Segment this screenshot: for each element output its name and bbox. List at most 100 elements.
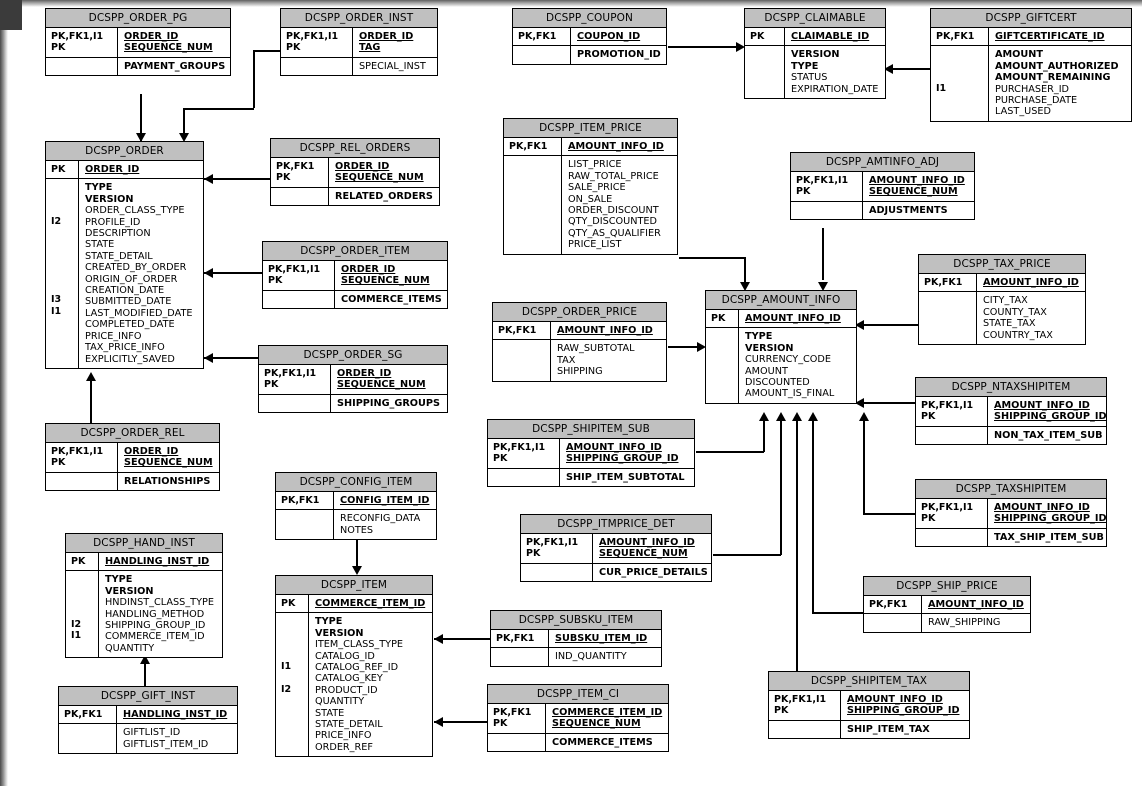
entity-key-section: PK,FK1 AMOUNT_INFO_ID	[919, 274, 1085, 293]
relationship-arrow-up	[86, 372, 96, 381]
key-constraint-label: PK,FK1	[504, 138, 562, 156]
entity-attribute-section: I2 I3 I1 TYPE VERSION ORDER_CLASS_TYPE PROFI…	[46, 179, 203, 368]
attribute-row: ADJUSTMENTS	[869, 204, 948, 216]
attribute-row: SHIPPING	[557, 366, 603, 378]
entity-key-section: PK,FK1,I1 PK ORDER_ID SEQUENCE_NUM	[46, 28, 230, 58]
entity-key-section: PK,FK1 AMOUNT_INFO_ID	[493, 322, 666, 341]
entity-shipitem_sub[interactable]: DCSPP_SHIPITEM_SUB PK,FK1,I1 PK AMOUNT_INF…	[487, 419, 695, 488]
entity-order[interactable]: DCSPP_ORDER PK ORDER_ID I2 I3 I1 TYPE VERSIO…	[45, 141, 204, 369]
non-key-attributes: SPECIAL_INST	[353, 58, 437, 75]
entity-order_item[interactable]: DCSPP_ORDER_ITEM PK,FK1,I1 PK ORDER_ID SEQU…	[262, 241, 448, 310]
attribute-row: AMOUNT_AUTHORIZED	[995, 60, 1119, 72]
attribute-row: COMMERCE_ITEMS	[341, 293, 442, 305]
non-key-attributes: TYPE VERSION ORDER_CLASS_TYPE PROFILE_ID DES…	[79, 179, 203, 368]
entity-claimable[interactable]: DCSPP_CLAIMABLE PK CLAIMABLE_ID VERSION TYP…	[744, 8, 886, 100]
primary-key-attributes: ORDER_ID TAG	[353, 28, 437, 57]
primary-key-attributes: SUBSKU_ITEM_ID	[549, 630, 661, 647]
primary-key-attributes: ORDER_ID SEQUENCE_NUM	[329, 158, 439, 187]
attribute-row: COUNTRY_TAX	[983, 329, 1053, 341]
attribute-row: PROMOTION_ID	[577, 49, 661, 61]
entity-amount_info[interactable]: DCSPP_AMOUNT_INFO PK AMOUNT_INFO_ID TYPE VE…	[705, 290, 857, 404]
key-constraint-label: PK,FK1,I1 PK	[521, 534, 593, 563]
entity-key-section: PK,FK1,I1 PK AMOUNT_INFO_ID SHIPPING_GROUP…	[916, 397, 1107, 427]
entity-title: DCSPP_SHIP_PRICE	[864, 577, 1030, 596]
attribute-row: EXPIRATION_DATE	[791, 83, 879, 95]
entity-order_pg[interactable]: DCSPP_ORDER_PG PK,FK1,I1 PK ORDER_ID SEQUEN…	[45, 8, 231, 77]
entity-item_price[interactable]: DCSPP_ITEM_PRICE PK,FK1 AMOUNT_INFO_ID LIS…	[503, 118, 678, 255]
attribute-row: STATE	[85, 239, 115, 251]
attribute-row: COUPON_ID	[577, 31, 641, 42]
entity-key-section: PK,FK1 COUPON_ID	[513, 28, 666, 47]
attribute-row: TYPE	[85, 182, 113, 194]
attribute-row: TAG	[359, 42, 381, 54]
entity-item[interactable]: DCSPP_ITEM PK COMMERCE_ITEM_ID I1 I2 TYPE VE…	[275, 575, 433, 758]
entity-order_price[interactable]: DCSPP_ORDER_PRICE PK,FK1 AMOUNT_INFO_ID RA…	[492, 302, 667, 382]
primary-key-attributes: CLAIMABLE_ID	[785, 28, 885, 45]
entity-key-section: PK CLAIMABLE_ID	[745, 28, 885, 47]
entity-coupon[interactable]: DCSPP_COUPON PK,FK1 COUPON_ID PROMOTION_ID	[512, 8, 667, 65]
attribute-row: QTY_DISCOUNTED	[568, 216, 657, 228]
index-marker-label	[46, 57, 118, 76]
index-marker-label	[493, 340, 551, 381]
attribute-row: SUBMITTED_DATE	[85, 296, 172, 308]
primary-key-attributes: COUPON_ID	[571, 28, 666, 45]
entity-itmprice_det[interactable]: DCSPP_ITMPRICE_DET PK,FK1,I1 PK AMOUNT_INF…	[520, 514, 712, 583]
attribute-row: ORDER_ID	[124, 31, 179, 42]
primary-key-attributes: AMOUNT_INFO_ID SHIPPING_GROUP_ID	[841, 691, 969, 720]
non-key-attributes: SHIP_ITEM_SUBTOTAL	[560, 469, 694, 486]
key-constraint-label: PK,FK1	[493, 322, 551, 340]
entity-title: DCSPP_GIFTCERT	[931, 9, 1131, 28]
entity-item_ci[interactable]: DCSPP_ITEM_CI PK,FK1 PK COMMERCE_ITEM_ID SE…	[487, 684, 669, 753]
entity-hand_inst[interactable]: DCSPP_HAND_INST PK HANDLING_INST_ID I2 I1 T…	[65, 533, 223, 659]
entity-order_inst[interactable]: DCSPP_ORDER_INST PK,FK1,I1 PK ORDER_ID TAG …	[280, 8, 438, 77]
entity-gift_inst[interactable]: DCSPP_GIFT_INST PK,FK1 HANDLING_INST_ID GI…	[58, 686, 238, 755]
attribute-row: SHIP_ITEM_SUBTOTAL	[566, 471, 685, 483]
attribute-row: RELATED_ORDERS	[335, 190, 433, 202]
connector-line-vertical	[744, 257, 746, 283]
relationship-arrow-down	[352, 566, 362, 575]
index-marker-label: I2 I1	[66, 571, 99, 658]
attribute-row: SEQUENCE_NUM	[124, 42, 213, 54]
entity-shipitem_tax[interactable]: DCSPP_SHIPITEM_TAX PK,FK1,I1 PK AMOUNT_INF…	[768, 671, 970, 740]
entity-subsku_item[interactable]: DCSPP_SUBSKU_ITEM PK,FK1 SUBSKU_ITEM_ID IN…	[490, 610, 662, 667]
entity-amtinfo_adj[interactable]: DCSPP_AMTINFO_ADJ PK,FK1,I1 PK AMOUNT_INFO…	[790, 152, 975, 221]
entity-attribute-section: LIST_PRICE RAW_TOTAL_PRICE SALE_PRICE ON_SA…	[504, 156, 677, 254]
connector-line-vertical	[90, 376, 92, 424]
connector-line-vertical	[796, 420, 798, 672]
entity-ship_price[interactable]: DCSPP_SHIP_PRICE PK,FK1 AMOUNT_INFO_ID RAW…	[863, 576, 1031, 633]
attribute-row: CUR_PRICE_DETAILS	[599, 566, 708, 578]
attribute-row: VERSION	[105, 585, 154, 597]
attribute-row: STATE	[315, 707, 345, 719]
connector-line-vertical	[144, 660, 146, 688]
attribute-row: ORDER_CLASS_TYPE	[85, 205, 185, 217]
entity-giftcert[interactable]: DCSPP_GIFTCERT PK,FK1 GIFTCERTIFICATE_ID I…	[930, 8, 1132, 122]
entity-attribute-section: TYPE VERSION CURRENCY_CODE AMOUNT DISCOUNTED…	[706, 328, 856, 403]
entity-config_item[interactable]: DCSPP_CONFIG_ITEM PK,FK1 CONFIG_ITEM_ID RE…	[275, 472, 437, 541]
attribute-row: RAW_SHIPPING	[928, 617, 1001, 629]
attribute-row: CATALOG_REF_ID	[315, 662, 399, 674]
attribute-row: RAW_SUBTOTAL	[557, 343, 635, 355]
primary-key-attributes: ORDER_ID SEQUENCE_NUM	[331, 365, 447, 394]
entity-ntaxshipitem[interactable]: DCSPP_NTAXSHIPITEM PK,FK1,I1 PK AMOUNT_INF…	[915, 377, 1107, 446]
non-key-attributes: PROMOTION_ID	[571, 46, 666, 63]
non-key-attributes: TYPE VERSION HNDINST_CLASS_TYPE HANDLING_ME…	[99, 571, 222, 657]
entity-key-section: PK,FK1 HANDLING_INST_ID	[59, 706, 237, 725]
attribute-row: AMOUNT	[745, 365, 788, 377]
entity-title: DCSPP_ORDER_PG	[46, 9, 230, 28]
entity-key-section: PK,FK1,I1 PK AMOUNT_INFO_ID SHIPPING_GROUP…	[916, 499, 1107, 529]
attribute-row: QUANTITY	[315, 696, 365, 708]
entity-order_sg[interactable]: DCSPP_ORDER_SG PK,FK1,I1 PK ORDER_ID SEQUEN…	[258, 345, 448, 414]
entity-rel_orders[interactable]: DCSPP_REL_ORDERS PK,FK1 PK ORDER_ID SEQUENC…	[270, 138, 440, 207]
entity-taxshipitem[interactable]: DCSPP_TAXSHIPITEM PK,FK1,I1 PK AMOUNT_INFO…	[915, 479, 1107, 548]
entity-key-section: PK,FK1 CONFIG_ITEM_ID	[276, 492, 436, 511]
non-key-attributes: ADJUSTMENTS	[863, 202, 974, 219]
entity-attribute-section: I1 I2 TYPE VERSION ITEM_CLASS_TYPE CATALOG_I…	[276, 613, 432, 757]
entity-tax_price[interactable]: DCSPP_TAX_PRICE PK,FK1 AMOUNT_INFO_ID CITY…	[918, 254, 1086, 346]
entity-key-section: PK,FK1 AMOUNT_INFO_ID	[504, 138, 677, 157]
attribute-row: AMOUNT_INFO_ID	[994, 502, 1090, 513]
entity-key-section: PK,FK1 SUBSKU_ITEM_ID	[491, 630, 661, 649]
key-constraint-label: PK	[706, 310, 739, 328]
entity-order_rel[interactable]: DCSPP_ORDER_REL PK,FK1,I1 PK ORDER_ID SEQUE…	[45, 423, 220, 492]
attribute-row: SUBSKU_ITEM_ID	[555, 633, 648, 644]
entity-title: DCSPP_ITMPRICE_DET	[521, 515, 711, 534]
